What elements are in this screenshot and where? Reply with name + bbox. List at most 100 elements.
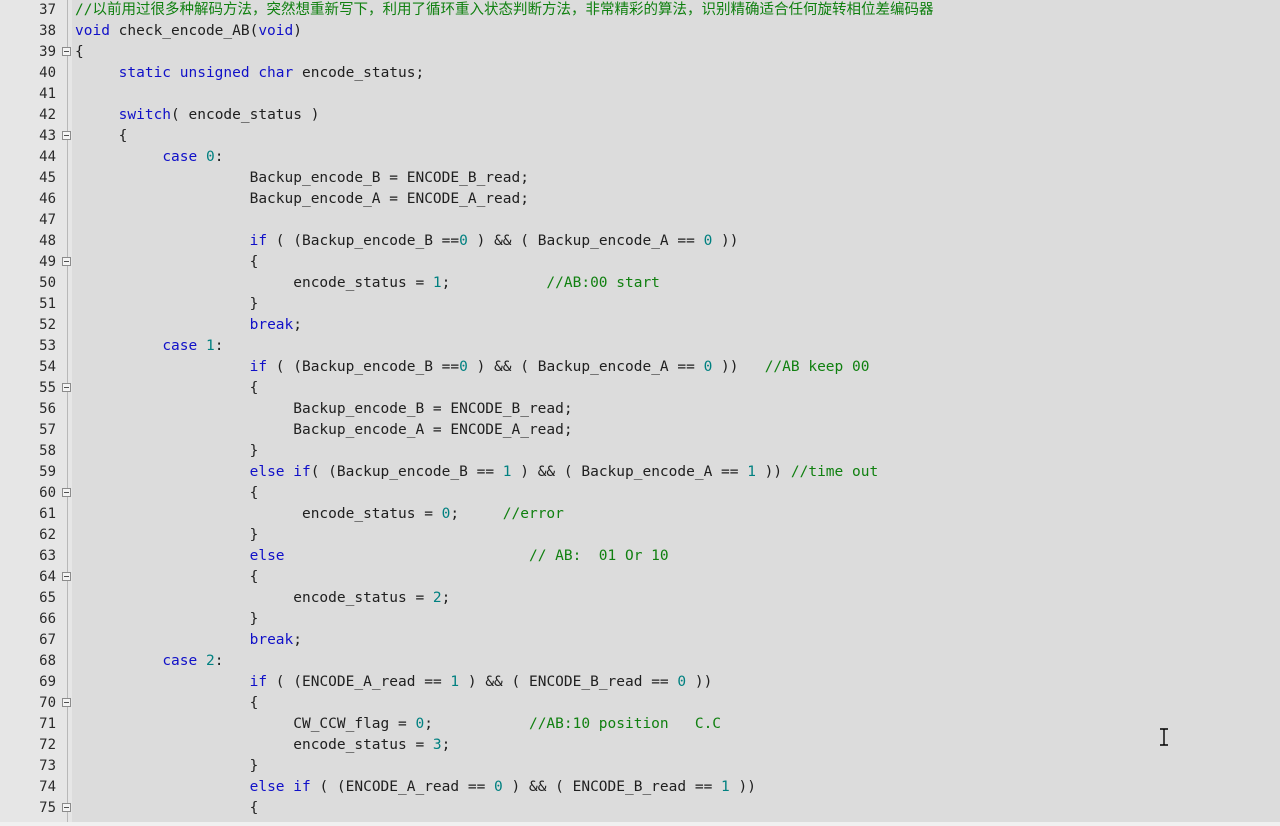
code-line[interactable]: 63 else // AB: 01 Or 10 <box>0 546 1280 567</box>
code-line[interactable]: 70 { <box>0 693 1280 714</box>
line-number: 39 <box>39 44 56 60</box>
code-line[interactable]: 60 { <box>0 483 1280 504</box>
fold-collapse-icon[interactable] <box>62 257 71 266</box>
code-line[interactable]: 56 Backup_encode_B = ENCODE_B_read; <box>0 399 1280 420</box>
code-line[interactable]: 47 <box>0 210 1280 231</box>
line-number: 60 <box>39 485 56 501</box>
code-token-plain: ; <box>441 590 451 606</box>
code-token-plain: CW_CCW_flag = <box>75 716 416 732</box>
code-editor[interactable]: 37 //以前用过很多种解码方法，突然想重新写下，利用了循环重入状态判断方法，非常… <box>0 0 1280 826</box>
code-line[interactable]: 61 encode_status = 0; //error <box>0 504 1280 525</box>
code-line[interactable]: 64 { <box>0 567 1280 588</box>
fold-collapse-icon[interactable] <box>62 488 71 497</box>
code-line-text: encode_status = 0; //error <box>75 504 564 525</box>
code-line[interactable]: 55 { <box>0 378 1280 399</box>
code-line[interactable]: 71 CW_CCW_flag = 0; //AB:10 position C.C <box>0 714 1280 735</box>
line-number: 70 <box>39 695 56 711</box>
code-line[interactable]: 68 case 2: <box>0 651 1280 672</box>
code-token-kw: static unsigned char <box>118 65 294 81</box>
fold-collapse-icon[interactable] <box>62 383 71 392</box>
code-line[interactable]: 40 static unsigned char encode_status; <box>0 63 1280 84</box>
code-line[interactable]: 42 switch( encode_status ) <box>0 105 1280 126</box>
code-token-cmt: //AB keep 00 <box>764 359 870 375</box>
code-line-text: { <box>75 567 259 588</box>
fold-collapse-icon[interactable] <box>62 803 71 812</box>
fold-collapse-icon[interactable] <box>62 131 71 140</box>
code-line[interactable]: 48 if ( (Backup_encode_B ==0 ) && ( Back… <box>0 231 1280 252</box>
code-line[interactable]: 72 encode_status = 3; <box>0 735 1280 756</box>
code-token-plain: )) <box>686 674 713 690</box>
code-line[interactable]: 52 break; <box>0 315 1280 336</box>
code-token-num: 0 <box>459 359 468 375</box>
code-token-plain: : <box>214 149 224 165</box>
code-line-text: break; <box>75 630 302 651</box>
code-line[interactable]: 58 } <box>0 441 1280 462</box>
code-token-plain: ; <box>293 632 302 648</box>
code-line-text: encode_status = 2; <box>75 588 450 609</box>
code-line[interactable]: 51 } <box>0 294 1280 315</box>
line-number: 68 <box>39 653 56 669</box>
code-token-cmt: //time out <box>790 464 879 480</box>
code-token-num: 1 <box>432 275 442 291</box>
code-line[interactable]: 44 case 0: <box>0 147 1280 168</box>
code-line[interactable]: 75 { <box>0 798 1280 819</box>
fold-collapse-icon[interactable] <box>62 47 71 56</box>
line-number: 56 <box>39 401 56 417</box>
code-line[interactable]: 54 if ( (Backup_encode_B ==0 ) && ( Back… <box>0 357 1280 378</box>
code-line[interactable]: 65 encode_status = 2; <box>0 588 1280 609</box>
fold-collapse-icon[interactable] <box>62 572 71 581</box>
code-token-num: 0 <box>415 716 425 732</box>
code-line[interactable]: 50 encode_status = 1; //AB:00 start <box>0 273 1280 294</box>
code-line[interactable]: 43 { <box>0 126 1280 147</box>
code-line-text: } <box>75 756 259 777</box>
code-line-text: Backup_encode_B = ENCODE_B_read; <box>75 399 573 420</box>
code-line[interactable]: 74 else if ( (ENCODE_A_read == 0 ) && ( … <box>0 777 1280 798</box>
code-line-text: case 0: <box>75 147 223 168</box>
code-token-plain: { <box>75 485 259 501</box>
code-line-text: { <box>75 483 259 504</box>
code-token-plain: } <box>75 527 259 543</box>
code-line-text: } <box>75 441 259 462</box>
code-line-text: { <box>75 693 259 714</box>
code-token-kw: void <box>75 23 110 39</box>
line-number: 64 <box>39 569 56 585</box>
code-line-text: { <box>75 798 259 819</box>
code-line[interactable]: 37 //以前用过很多种解码方法，突然想重新写下，利用了循环重入状态判断方法，非常… <box>0 0 1280 21</box>
code-line-text: encode_status = 3; <box>75 735 450 756</box>
code-line[interactable]: 46 Backup_encode_A = ENCODE_A_read; <box>0 189 1280 210</box>
line-number: 38 <box>39 23 56 39</box>
code-token-kw: case <box>162 653 198 669</box>
code-line[interactable]: 39 { <box>0 42 1280 63</box>
line-number: 43 <box>39 128 56 144</box>
code-token-plain: Backup_encode_B = ENCODE_B_read; <box>75 401 573 417</box>
code-token-kw: break <box>249 632 294 648</box>
code-line[interactable]: 41 <box>0 84 1280 105</box>
code-line[interactable]: 38 void check_encode_AB(void) <box>0 21 1280 42</box>
code-line[interactable]: 57 Backup_encode_A = ENCODE_A_read; <box>0 420 1280 441</box>
code-line[interactable]: 45 Backup_encode_B = ENCODE_B_read; <box>0 168 1280 189</box>
code-line[interactable]: 62 } <box>0 525 1280 546</box>
fold-collapse-icon[interactable] <box>62 698 71 707</box>
code-token-kw: else if <box>249 464 311 480</box>
code-line[interactable]: 69 if ( (ENCODE_A_read == 1 ) && ( ENCOD… <box>0 672 1280 693</box>
line-number: 40 <box>39 65 56 81</box>
code-line[interactable]: 73 } <box>0 756 1280 777</box>
code-line[interactable]: 66 } <box>0 609 1280 630</box>
code-line[interactable]: 67 break; <box>0 630 1280 651</box>
code-token-plain: )) <box>729 779 756 795</box>
line-number: 42 <box>39 107 56 123</box>
line-number: 74 <box>39 779 56 795</box>
horizontal-scrollbar[interactable] <box>0 822 1280 826</box>
line-number: 46 <box>39 191 56 207</box>
code-line[interactable]: 53 case 1: <box>0 336 1280 357</box>
code-line[interactable]: 59 else if( (Backup_encode_B == 1 ) && (… <box>0 462 1280 483</box>
code-token-plain: { <box>75 569 259 585</box>
code-token-plain: ) <box>293 23 302 39</box>
code-line[interactable]: 49 { <box>0 252 1280 273</box>
